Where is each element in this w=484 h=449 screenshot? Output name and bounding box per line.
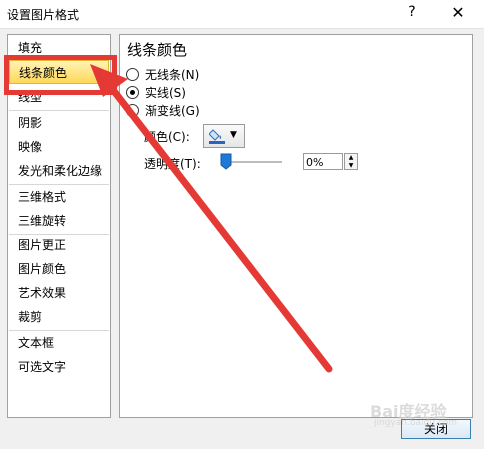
color-picker-button[interactable]: ▼ [203,124,245,148]
transparency-input[interactable]: 0% [303,153,343,170]
sidebar-item-crop[interactable]: 裁剪 [9,305,109,329]
sidebar-item-label: 图片更正 [18,238,67,252]
transparency-stepper[interactable]: ▲ ▼ [344,153,358,170]
sidebar-item-label: 文本框 [18,336,55,350]
category-sidebar: 填充 线条颜色 线型 阴影 映像 发光和柔化边缘 三维格式 三维旋转 图片更正 … [7,34,111,418]
sidebar-item-3d-format[interactable]: 三维格式 [9,185,109,209]
solid-line-radio[interactable] [126,86,139,99]
paint-bucket-icon [208,128,227,147]
sidebar-item-label: 线条颜色 [19,66,68,80]
solid-line-option[interactable]: 实线(S) [126,85,186,101]
color-label: 颜色(C): [144,130,190,144]
transparency-slider-thumb[interactable] [220,153,232,173]
panel-title: 线条颜色 [127,41,188,59]
help-icon[interactable]: ? [402,4,422,20]
sidebar-item-label: 发光和柔化边缘 [18,164,103,178]
transparency-slider-track[interactable] [224,161,282,163]
stepper-up-icon[interactable]: ▲ [345,154,357,161]
sidebar-item-line-style[interactable]: 线型 [9,85,109,109]
sidebar-item-label: 三维旋转 [18,214,67,228]
close-button[interactable]: 关闭 [401,419,471,439]
sidebar-item-fill[interactable]: 填充 [9,36,109,60]
dialog-title: 设置图片格式 [7,8,80,22]
sidebar-item-3d-rotation[interactable]: 三维旋转 [9,209,109,233]
sidebar-item-text-box[interactable]: 文本框 [9,331,109,355]
sidebar-item-label: 阴影 [18,116,43,130]
sidebar-item-label: 三维格式 [18,190,67,204]
no-line-option[interactable]: 无线条(N) [126,67,199,83]
sidebar-item-alt-text[interactable]: 可选文字 [9,355,109,379]
radio-selected-dot [130,90,135,95]
gradient-line-option[interactable]: 渐变线(G) [126,103,200,119]
sidebar-item-shadow[interactable]: 阴影 [9,111,109,135]
line-color-panel: 线条颜色 无线条(N) 实线(S) 渐变线(G) 颜色(C): ▼ 透明度(T)… [119,34,473,418]
sidebar-item-label: 线型 [18,90,43,104]
stepper-down-icon[interactable]: ▼ [345,162,357,169]
sidebar-item-picture-corrections[interactable]: 图片更正 [9,233,109,257]
sidebar-item-label: 填充 [18,41,43,55]
gradient-line-radio[interactable] [126,104,139,117]
sidebar-item-picture-color[interactable]: 图片颜色 [9,257,109,281]
close-icon[interactable]: ✕ [446,3,470,22]
sidebar-item-label: 裁剪 [18,310,43,324]
sidebar-item-line-color[interactable]: 线条颜色 [9,60,109,84]
sidebar-item-label: 可选文字 [18,360,67,374]
no-line-label: 无线条(N) [145,68,200,82]
title-bar: 设置图片格式 ? ✕ [0,0,484,29]
sidebar-item-label: 图片颜色 [18,262,67,276]
gradient-line-label: 渐变线(G) [145,104,200,118]
sidebar-item-artistic-effects[interactable]: 艺术效果 [9,281,109,305]
solid-line-label: 实线(S) [145,86,186,100]
no-line-radio[interactable] [126,68,139,81]
chevron-down-icon: ▼ [230,130,237,140]
sidebar-item-label: 艺术效果 [18,286,67,300]
sidebar-item-reflection[interactable]: 映像 [9,135,109,159]
sidebar-item-label: 映像 [18,140,43,154]
transparency-label: 透明度(T): [144,157,201,171]
sidebar-item-glow[interactable]: 发光和柔化边缘 [9,159,109,183]
